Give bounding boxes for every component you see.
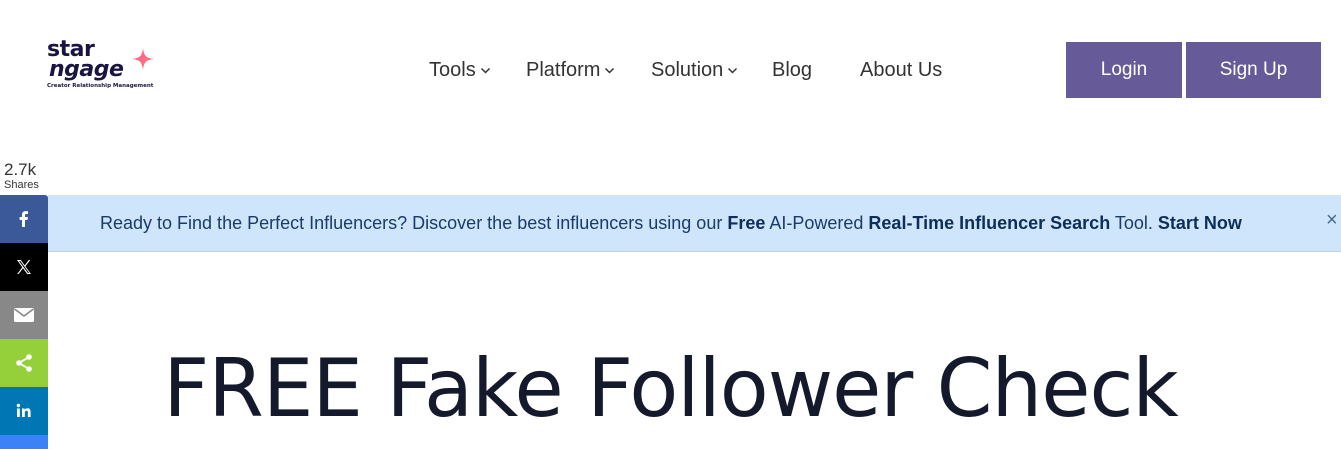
nav-about-us[interactable]: About Us <box>860 59 942 82</box>
nav-tools[interactable]: Tools <box>429 59 491 82</box>
chevron-down-icon <box>480 67 490 74</box>
login-button[interactable]: Login <box>1066 42 1182 98</box>
banner-search-link[interactable]: Real-Time Influencer Search <box>868 213 1110 233</box>
nav-solution[interactable]: Solution <box>651 59 738 82</box>
email-icon <box>14 308 34 322</box>
logo[interactable]: star ngage Creator Relationship Manageme… <box>47 39 157 100</box>
close-icon[interactable]: × <box>1326 209 1341 233</box>
banner-text-part: AI-Powered <box>765 213 869 233</box>
nav-platform[interactable]: Platform <box>526 59 615 82</box>
page-title: FREE Fake Follower Check <box>163 342 1179 435</box>
nav-blog[interactable]: Blog <box>772 59 812 82</box>
banner-text-part: Ready to Find the Perfect Influencers? D… <box>100 213 728 233</box>
logo-tagline: Creator Relationship Management <box>47 83 154 89</box>
nav-tools-label: Tools <box>429 58 476 81</box>
chevron-down-icon <box>728 67 738 74</box>
banner-start-now-link[interactable]: Start Now <box>1158 213 1242 233</box>
share-count: 2.7k Shares <box>4 160 48 192</box>
chevron-down-icon <box>605 67 615 74</box>
sign-up-button[interactable]: Sign Up <box>1186 42 1321 98</box>
email-share-button[interactable] <box>0 291 48 339</box>
more-share-button[interactable] <box>0 435 48 449</box>
x-icon <box>17 260 31 274</box>
facebook-share-button[interactable] <box>0 195 48 243</box>
sparkle-icon <box>132 48 154 70</box>
share-count-label: Shares <box>4 179 39 191</box>
share-count-number: 2.7k <box>4 160 37 179</box>
facebook-icon <box>19 211 28 227</box>
x-share-button[interactable] <box>0 243 48 291</box>
banner-text-part: Tool. <box>1110 213 1158 233</box>
announcement-banner: Ready to Find the Perfect Influencers? D… <box>48 195 1341 252</box>
banner-message[interactable]: Ready to Find the Perfect Influencers? D… <box>100 213 1242 234</box>
banner-free: Free <box>727 213 766 233</box>
nav-solution-label: Solution <box>651 58 724 81</box>
nav-platform-label: Platform <box>526 58 601 81</box>
